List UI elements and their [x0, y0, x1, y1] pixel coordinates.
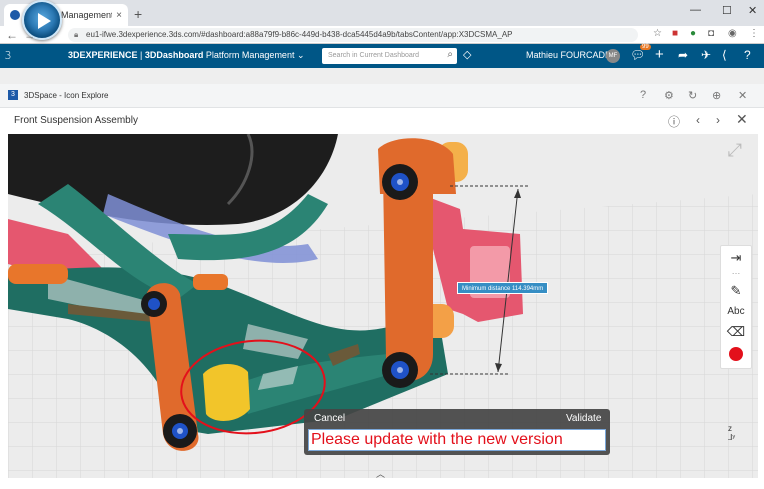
search-input[interactable]: Search in Current Dashboard ⌕ — [322, 48, 457, 64]
panel-header: Front Suspension Assembly ⓘ ‹ › ✕ — [0, 108, 764, 134]
settings-icon[interactable]: ⚙ — [664, 89, 674, 102]
play-icon — [38, 13, 51, 29]
ds-logo-icon: 𝟹 — [4, 48, 12, 62]
dashboard-name[interactable]: Platform Management — [206, 50, 295, 60]
info-icon[interactable]: ⓘ — [668, 113, 680, 130]
brand-app: 3DDashboard — [144, 50, 204, 60]
chevron-down-icon[interactable]: ⌄ — [297, 50, 305, 60]
search-icon[interactable]: ⌕ — [447, 49, 453, 60]
camera-icon[interactable]: ◘ — [708, 28, 714, 39]
close-icon[interactable]: ✕ — [736, 111, 748, 128]
back-icon[interactable]: ← — [6, 28, 18, 42]
widget-header: 3 3DSpace - Icon Explore ? ⚙ ↻ ⊕ ✕ — [0, 84, 764, 108]
widget-logo-icon: 3 — [8, 90, 18, 100]
validate-button[interactable]: Validate — [566, 413, 601, 424]
profile-icon[interactable]: ◉ — [728, 28, 737, 39]
more-icon[interactable]: … — [721, 266, 751, 276]
maximize-button[interactable]: ☐ — [722, 4, 732, 17]
eraser-icon[interactable]: ⌫ — [721, 324, 751, 340]
dashboard-top-bar: 𝟹 3DEXPERIENCE | 3DDashboard Platform Ma… — [0, 44, 764, 68]
address-toolbar: ← → ↻ 🔒︎ eu1-ifwe.3dexperience.3ds.com/#… — [0, 26, 764, 44]
add-icon[interactable]: + — [655, 46, 664, 63]
extension-icon[interactable]: ● — [690, 28, 696, 39]
annotation-toolbar: ⇥ … ✎ Abc ⌫ — [720, 245, 752, 369]
share-icon[interactable]: ➦ — [678, 48, 688, 62]
widget-title: 3DSpace - Icon Explore — [24, 91, 109, 100]
lock-icon: 🔒︎ — [74, 30, 79, 39]
user-name[interactable]: Mathieu FOURCADE — [526, 50, 611, 60]
page-title: Front Suspension Assembly — [14, 115, 138, 126]
fullscreen-icon[interactable]: ⤢ — [728, 140, 742, 161]
minimize-button[interactable]: — — [690, 4, 701, 16]
extension-icon[interactable]: ■ — [672, 28, 678, 39]
exit-icon[interactable]: ⇥ — [721, 250, 751, 266]
compass-share-icon[interactable]: ⟨ — [722, 48, 727, 62]
help-icon[interactable]: ? — [640, 89, 646, 101]
new-tab-button[interactable]: + — [134, 6, 142, 22]
cancel-button[interactable]: Cancel — [314, 413, 345, 424]
avatar[interactable]: MF — [606, 49, 620, 63]
brand-prefix: 3DEXPERIENCE — [68, 50, 138, 60]
refresh-icon[interactable]: ↻ — [688, 89, 697, 102]
brand-title: 3DEXPERIENCE | 3DDashboard Platform Mana… — [68, 50, 305, 61]
tab-close-icon[interactable]: × — [116, 10, 122, 21]
axis-triad-icon: z ⅃ʸ — [728, 424, 736, 442]
annotation-popup: Cancel Validate Please update with the n… — [304, 409, 610, 455]
url-text: eu1-ifwe.3dexperience.3ds.com/#dashboard… — [86, 30, 513, 39]
window-close-button[interactable]: ✕ — [748, 4, 757, 17]
annotation-text-input[interactable]: Please update with the new version — [308, 429, 606, 451]
browser-tab-bar: Platform Management - Content × + — ☐ ✕ — [0, 0, 764, 26]
tab-favicon-icon — [10, 10, 20, 20]
pen-icon[interactable]: ✎ — [721, 283, 751, 299]
color-picker-icon[interactable] — [729, 347, 743, 361]
notification-badge: 99 — [640, 44, 651, 50]
social-icon[interactable]: ✈ — [701, 48, 711, 62]
help-icon[interactable]: ? — [744, 48, 751, 62]
previous-icon[interactable]: ‹ — [696, 113, 700, 127]
chevron-up-icon[interactable]: ︿ — [376, 467, 385, 480]
brand-separator: | — [137, 50, 145, 60]
search-placeholder: Search in Current Dashboard — [328, 52, 420, 59]
close-icon[interactable]: ✕ — [738, 89, 747, 102]
text-tool[interactable]: Abc — [721, 306, 751, 317]
measurement-label: Minimum distance 114.394mm — [457, 282, 549, 294]
next-icon[interactable]: › — [716, 113, 720, 127]
notifications-icon[interactable]: 💬︎ — [630, 48, 645, 62]
dashboard-tab-strip — [0, 68, 764, 84]
star-icon[interactable]: ☆ — [653, 28, 662, 39]
export-icon[interactable]: ⊕ — [712, 89, 721, 102]
tag-icon[interactable]: ◇ — [463, 48, 471, 61]
url-field[interactable]: 🔒︎ eu1-ifwe.3dexperience.3ds.com/#dashbo… — [68, 28, 638, 42]
compass-button[interactable] — [22, 0, 62, 40]
menu-icon[interactable]: ⋮ — [749, 28, 759, 39]
